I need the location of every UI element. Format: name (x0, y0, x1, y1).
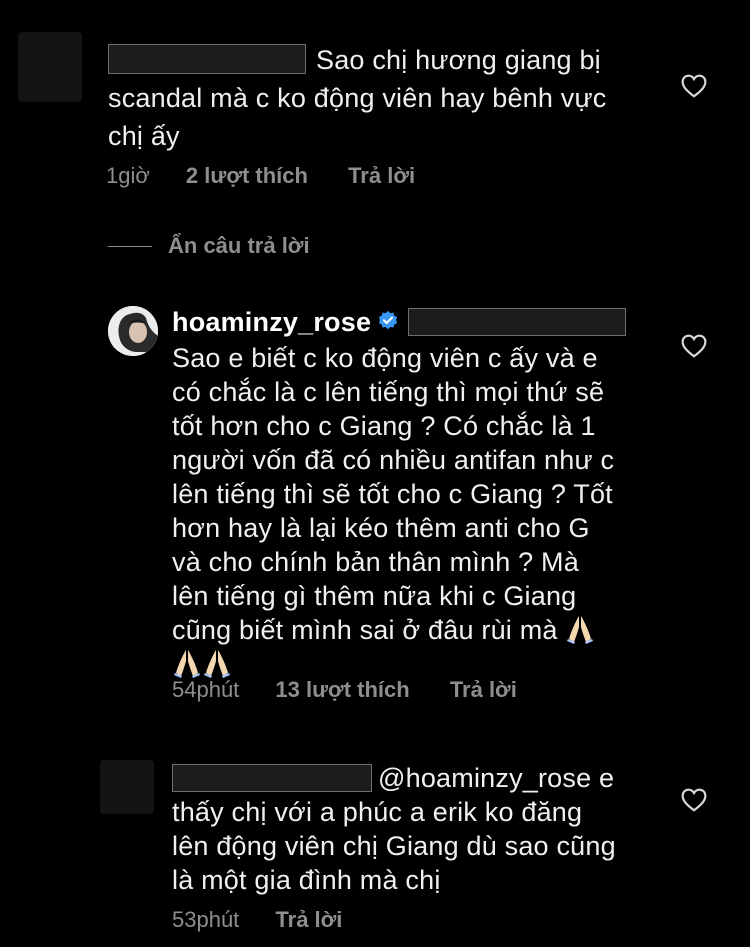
comment-time: 54phút (172, 677, 240, 702)
verified-badge-icon (379, 310, 398, 330)
comment-text-line: người vốn đã có nhiều antifan như c (172, 445, 615, 475)
commenter-avatar-redacted[interactable] (18, 32, 82, 102)
comment-text-line: chị ấy (108, 121, 180, 151)
mention-link[interactable]: @hoaminzy_rose e (378, 760, 614, 796)
comment-text-line: tốt hơn cho c Giang ? Có chắc là 1 (172, 411, 596, 441)
comment-text-line: hơn hay là lại kéo thêm anti cho G (172, 513, 590, 543)
comment-text-line: lên tiếng thì sẽ tốt cho c Giang ? Tốt (172, 479, 613, 509)
comment-time: 1giờ (106, 163, 150, 188)
comment-text-line: có chắc là c lên tiếng thì mọi thứ sẽ (172, 377, 605, 407)
reply-link[interactable]: Trả lời (450, 677, 517, 702)
comment-text-line: scandal mà c ko động viên hay bênh vực (108, 83, 607, 113)
comment-text-line: thấy chị với a phúc a erik ko đăng (172, 797, 583, 827)
comment-text-fragment: cũng biết mình sai ở đâu rùi mà (172, 615, 558, 645)
comment-header: hoaminzy_rose (172, 304, 399, 340)
folded-hands-emoji-icon (174, 649, 200, 678)
username-link[interactable]: hoaminzy_rose (172, 307, 371, 337)
mention-redacted (408, 308, 626, 336)
comment-meta: 53phút Trả lời (172, 906, 376, 934)
folded-hands-emoji-icon (204, 649, 230, 678)
comment-text-line: lên động viên chị Giang dù sao cũng (172, 831, 616, 861)
profile-photo-icon (108, 306, 158, 356)
reply-link[interactable]: Trả lời (275, 907, 342, 932)
likes-count-link[interactable]: 13 lượt thích (275, 677, 409, 702)
hide-replies-button[interactable]: Ẩn câu trả lời (168, 232, 310, 260)
comment-text-line: Sao e biết c ko động viên c ấy và e (172, 343, 598, 373)
commenter-avatar-redacted[interactable] (100, 760, 154, 814)
comment-text-line: Sao chị hương giang bị (316, 45, 601, 75)
username-redacted[interactable] (172, 764, 372, 792)
hoaminzy-avatar[interactable] (108, 306, 158, 356)
username-redacted[interactable] (108, 44, 306, 74)
hide-replies-divider (108, 246, 152, 247)
reply-link[interactable]: Trả lời (348, 163, 415, 188)
comment-text-line: là một gia đình mà chị (172, 865, 441, 895)
comment-text-line: và cho chính bản thân mình ? Mà (172, 547, 579, 577)
comment-text-line: cũng biết mình sai ở đâu rùi mà (172, 612, 595, 648)
heart-icon[interactable] (681, 788, 707, 812)
comment-meta: 54phút 13 lượt thích Trả lời (172, 676, 551, 704)
comment-time: 53phút (172, 907, 240, 932)
comment-meta: 1giờ 2 lượt thích Trả lời (106, 162, 449, 190)
heart-icon[interactable] (681, 74, 707, 98)
likes-count-link[interactable]: 2 lượt thích (186, 163, 308, 188)
folded-hands-emoji-icon (567, 615, 594, 644)
comment-text-line: lên tiếng gì thêm nữa khi c Giang (172, 581, 577, 611)
heart-icon[interactable] (681, 334, 707, 358)
